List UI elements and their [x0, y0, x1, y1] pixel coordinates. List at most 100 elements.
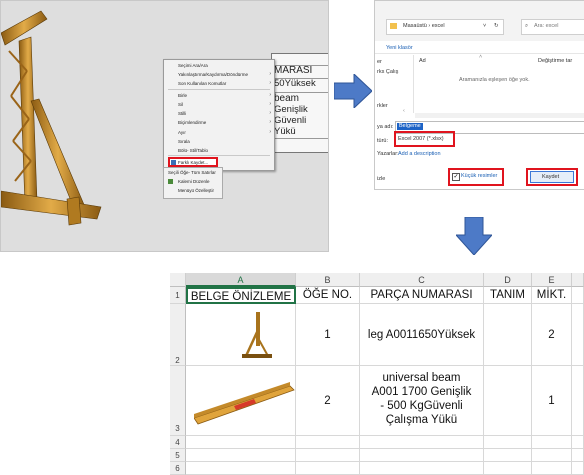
- row-header[interactable]: 1: [170, 287, 186, 304]
- breadcrumb[interactable]: Masaüstü › excel: [403, 23, 445, 30]
- empty-cell[interactable]: [360, 449, 484, 462]
- bom-table[interactable]: MARASI 50Yüksek beam Genişlik Güvenli Yü…: [271, 53, 328, 153]
- row-header[interactable]: 5: [170, 449, 186, 462]
- column-header-name[interactable]: Ad: [419, 58, 426, 65]
- save-button[interactable]: Kaydet: [530, 171, 574, 183]
- column-header-modified[interactable]: Değiştirme tar: [538, 58, 572, 65]
- empty-cell[interactable]: [186, 449, 296, 462]
- empty-cell[interactable]: [186, 436, 296, 449]
- menu-item[interactable]: Birle: [178, 93, 187, 98]
- cad-window: MARASI 50Yüksek beam Genişlik Güvenli Yü…: [0, 0, 329, 252]
- empty-cell[interactable]: [296, 436, 360, 449]
- description-cell[interactable]: [484, 366, 532, 436]
- edit-icon: [168, 179, 173, 184]
- horizontal-scrollbar[interactable]: [415, 113, 584, 118]
- authors-field[interactable]: Add a description: [398, 151, 441, 158]
- menu-item[interactable]: Biçimlendirme: [178, 120, 206, 125]
- empty-cell[interactable]: [484, 449, 532, 462]
- empty-cell[interactable]: [572, 449, 584, 462]
- menu-item[interactable]: Bölü- Stil/Tablo: [178, 148, 208, 153]
- sidebar-item[interactable]: er: [377, 59, 382, 66]
- empty-message: Aramanızla eşleşen öğe yok.: [459, 77, 530, 83]
- empty-cell[interactable]: [572, 366, 584, 436]
- header-cell-description[interactable]: TANIM: [484, 287, 532, 304]
- menu-item[interactable]: Seçimi Ara/Ara: [178, 63, 208, 68]
- arrow-right-icon: [334, 74, 372, 108]
- empty-cell[interactable]: [532, 462, 572, 475]
- refresh-icon[interactable]: ↻: [494, 23, 499, 30]
- header-cell-item-no[interactable]: ÖĞE NO.: [296, 287, 360, 304]
- part-no-cell[interactable]: universal beam A001 1700 Genişlik - 500 …: [360, 366, 484, 436]
- qty-cell[interactable]: 2: [532, 304, 572, 366]
- row-header[interactable]: 4: [170, 436, 186, 449]
- menu-item[interactable]: Menüyü Özelleştir: [178, 188, 214, 193]
- empty-cell[interactable]: [296, 449, 360, 462]
- row-header[interactable]: 2: [170, 304, 186, 366]
- excel-sheet: A B C D E 1 2 3 4 5 6 BELGE ÖNİZLEME ÖĞE…: [170, 273, 584, 475]
- chevron-down-icon[interactable]: ˅: [483, 23, 486, 30]
- select-all-corner[interactable]: [170, 273, 186, 287]
- context-submenu[interactable]: Seçili Öğe- Tüm Satırlar Kalemi Düzenle …: [163, 167, 223, 199]
- thumbnail-checkbox[interactable]: ✓: [452, 173, 460, 181]
- search-input[interactable]: ⌕ Ara: excel: [521, 19, 584, 35]
- header-cell-empty[interactable]: [572, 287, 584, 304]
- bom-cell: Yükü: [272, 127, 328, 139]
- header-cell-preview[interactable]: BELGE ÖNİZLEME: [186, 287, 296, 304]
- beam-thumbnail: [194, 382, 295, 425]
- menu-item[interactable]: Son Kullanılan Komutlar: [178, 81, 226, 86]
- save-as-dialog: Masaüstü › excel ˅ ↻ ⌕ Ara: excel Yeni k…: [374, 0, 584, 190]
- menu-item[interactable]: Seçili Öğe- Tüm Satırlar: [168, 170, 216, 175]
- scroll-left-icon[interactable]: ‹: [403, 108, 405, 115]
- empty-cell[interactable]: [572, 462, 584, 475]
- part-no-cell[interactable]: leg A0011650Yüksek: [360, 304, 484, 366]
- type-dropdown[interactable]: Excel 2007 (*.xlsx): [398, 136, 444, 143]
- hide-folders-toggle[interactable]: izle: [377, 176, 385, 183]
- item-no-cell[interactable]: 1: [296, 304, 360, 366]
- menu-item[interactable]: Sil: [178, 102, 183, 107]
- save-as-menu-item[interactable]: Farklı Kaydet...: [178, 160, 208, 165]
- sort-up-icon: ˄: [479, 54, 483, 60]
- new-folder-button[interactable]: Yeni klasör: [386, 45, 413, 52]
- header-cell-qty[interactable]: MİKT.: [532, 287, 572, 304]
- part-no-line: universal beam: [382, 372, 461, 384]
- empty-cell[interactable]: [532, 449, 572, 462]
- empty-cell[interactable]: [572, 436, 584, 449]
- item-no-cell[interactable]: 2: [296, 366, 360, 436]
- sidebar-item[interactable]: rkler: [377, 103, 388, 110]
- empty-cell[interactable]: [572, 304, 584, 366]
- save-icon: [171, 160, 176, 165]
- thumbnail-label: Küçük resimler: [461, 173, 498, 179]
- authors-label: Yazarlar:: [377, 151, 399, 157]
- menu-item[interactable]: Yakınlaştırma/Kaydırma/Döndürme: [178, 72, 248, 77]
- empty-cell[interactable]: [360, 436, 484, 449]
- empty-cell[interactable]: [360, 462, 484, 475]
- preview-cell[interactable]: [186, 366, 296, 436]
- description-cell[interactable]: [484, 304, 532, 366]
- column-header-f[interactable]: [572, 273, 584, 287]
- menu-item[interactable]: Stilli: [178, 111, 186, 116]
- row-header[interactable]: 6: [170, 462, 186, 475]
- preview-cell[interactable]: [186, 304, 296, 366]
- column-header-c[interactable]: C: [360, 273, 484, 287]
- empty-cell[interactable]: [186, 462, 296, 475]
- column-header-d[interactable]: D: [484, 273, 532, 287]
- sidebar-item[interactable]: rks Çalış: [377, 69, 398, 76]
- empty-cell[interactable]: [484, 436, 532, 449]
- column-header-b[interactable]: B: [296, 273, 360, 287]
- qty-cell[interactable]: 1: [532, 366, 572, 436]
- bom-cell: 50Yüksek: [272, 79, 328, 93]
- menu-item[interactable]: Kalemi Düzenle: [178, 179, 210, 184]
- header-cell-part-no[interactable]: PARÇA NUMARASI: [360, 287, 484, 304]
- gantry-crane-model: [1, 10, 102, 226]
- empty-cell[interactable]: [296, 462, 360, 475]
- row-header[interactable]: 3: [170, 366, 186, 436]
- column-header-e[interactable]: E: [532, 273, 572, 287]
- menu-item[interactable]: Ayır: [178, 130, 186, 135]
- menu-item[interactable]: Sırala: [178, 139, 190, 144]
- column-header-a[interactable]: A: [186, 273, 296, 287]
- empty-cell[interactable]: [484, 462, 532, 475]
- search-placeholder: Ara: excel: [534, 23, 559, 29]
- empty-cell[interactable]: [532, 436, 572, 449]
- context-menu[interactable]: Seçimi Ara/Ara Yakınlaştırma/Kaydırma/Dö…: [163, 59, 275, 171]
- path-bar[interactable]: Masaüstü › excel ˅ ↻: [386, 19, 504, 35]
